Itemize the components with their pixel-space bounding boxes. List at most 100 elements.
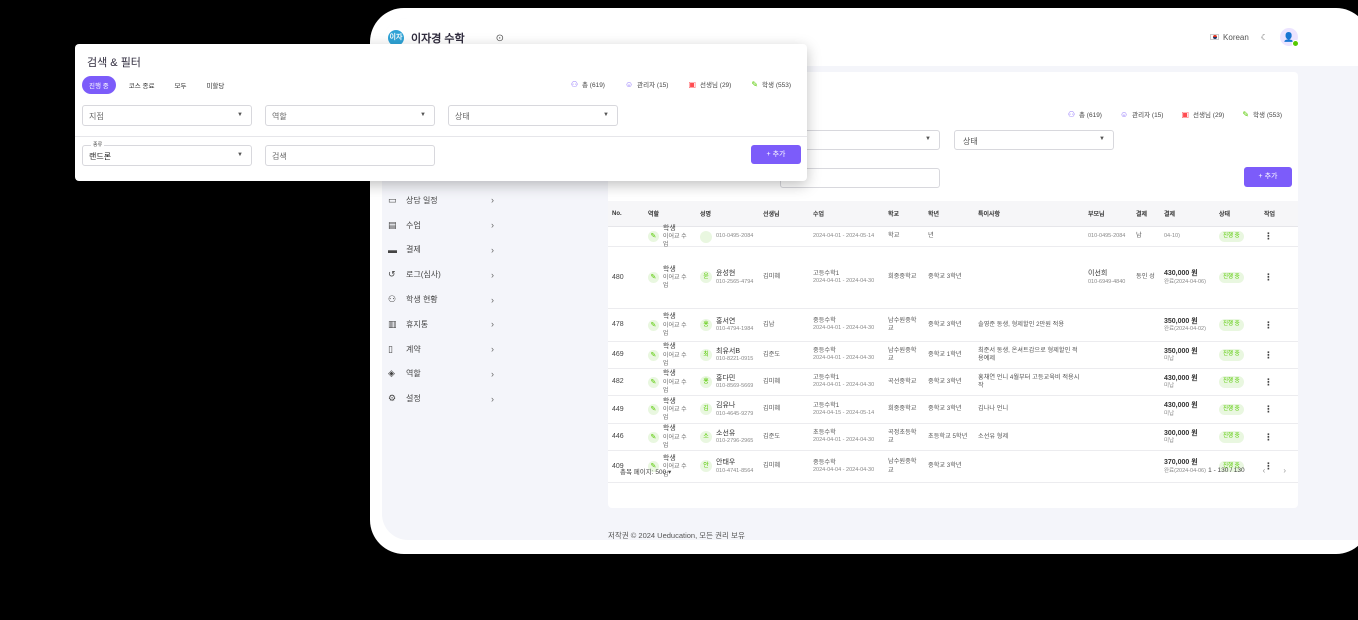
stat-total[interactable]: ⚇ 총 (619) [570,79,605,90]
more-vertical-icon[interactable]: ⋮ [1264,231,1273,241]
header-status[interactable]: 상태 [1215,209,1260,218]
header-grade[interactable]: 학년 [924,209,974,218]
table-row[interactable]: 469 ✎ 학생 이어교 수업 최 최유서B 010-8221-0915 김준도 중… [608,342,1298,369]
cell-school: 곡정초등학교 [888,428,917,444]
search-input[interactable]: 검색 [265,145,435,166]
more-vertical-icon[interactable]: ⋮ [1264,272,1273,282]
more-vertical-icon[interactable]: ⋮ [1264,432,1273,442]
more-vertical-icon[interactable]: ⋮ [1264,350,1273,360]
stat-teacher[interactable]: ▣ 선생님 (29) [1181,109,1225,120]
class-date: 2024-04-01 - 2024-05-14 [813,232,875,239]
cell-pay: 남 [1136,232,1142,240]
table-row[interactable]: 480 ✎ 학생 이어교 수업 윤 윤성현 010-2565-4794 김미혜 고등… [608,247,1298,309]
cell-amount: 430,000 원 완료(2024-04-06) [1160,269,1215,286]
header-class[interactable]: 수업 [809,209,884,218]
header-no[interactable]: No. [608,211,644,217]
users-icon: ⚇ [570,79,579,89]
moon-icon[interactable]: ☾ [1261,33,1268,42]
status-placeholder: 상태 [963,137,978,146]
cell-name: 소 소선유 010-2796-2965 [696,429,759,446]
add-button-back[interactable]: + 추가 [1244,167,1292,187]
pencil-icon: ✎ [648,272,659,283]
role-select[interactable]: 역할 ▼ [265,105,435,126]
stat-label: 관리자 (15) [637,82,669,89]
sidebar-item-students[interactable]: ⚇ 학생 현황 › [388,287,498,312]
sidebar-item-trash[interactable]: ▥ 휴지통 › [388,312,498,337]
card-icon: ▬ [388,244,397,255]
header-note[interactable]: 특이사항 [974,209,1084,218]
sidebar-item-settings[interactable]: ⚙ 설정 › [388,386,498,411]
chevron-down-icon: ▼ [237,152,243,158]
chevron-left-icon[interactable]: ‹ [1263,466,1266,475]
stat-student[interactable]: ✎ 학생 (553) [751,79,791,90]
status-select[interactable]: 상태 ▼ [448,105,618,126]
table-row[interactable]: 482 ✎ 학생 이어교 수업 홍 홍다민 010-8569-5669 김미혜 고등… [608,369,1298,396]
stat-admin[interactable]: ☺ 관리자 (15) [625,79,669,90]
sidebar-item-contract[interactable]: ▯ 계약 › [388,337,498,362]
cell-amount: 430,000 원 미납 [1160,401,1215,418]
role-sub-text: 이어교 수업 [662,407,687,422]
tab-unassigned[interactable]: 미할당 [199,76,231,94]
sidebar-item-consult[interactable]: ▭ 상담 일정 › [388,188,498,213]
tab-in-progress[interactable]: 진행 중 [82,76,116,94]
status-select-back[interactable]: 상태 ▼ [954,130,1114,150]
cell-teacher: 김준도 [763,350,781,358]
language-switcher[interactable]: Korean [1210,33,1249,42]
table-row[interactable]: 449 ✎ 학생 이어교 수업 김 김유나 010-4645-9279 김미혜 고등… [608,396,1298,424]
stat-teacher[interactable]: ▣ 선생님 (29) [688,79,731,90]
amount-value: 300,000 원 [1164,429,1198,437]
rows-per-page[interactable]: 총목 페이지: 500 ▾ [620,466,671,476]
student-name[interactable]: 홍다민 [716,374,753,383]
stat-total[interactable]: ⚇ 총 (619) [1068,109,1102,120]
sidebar-item-payment[interactable]: ▬ 결제 › [388,238,498,263]
target-icon[interactable]: ⊙ [496,33,504,44]
header-parent[interactable]: 부모님 [1084,209,1132,218]
cell-class: 고등수학1 2024-04-15 - 2024-05-14 [809,402,884,418]
cell-actions: ⋮ [1260,376,1284,388]
cell-status: 진행 중 [1215,431,1260,443]
stat-admin[interactable]: ☺ 관리자 (15) [1120,109,1163,120]
table-row[interactable]: 478 ✎ 학생 이어교 수업 홍 홍서연 010-4794-1984 김남 중등수… [608,309,1298,342]
more-vertical-icon[interactable]: ⋮ [1264,320,1273,330]
role-placeholder: 역할 [272,112,287,121]
tab-course-ended[interactable]: 코스 종료 [122,76,162,94]
chevron-right-icon[interactable]: › [1283,466,1286,475]
more-vertical-icon[interactable]: ⋮ [1264,377,1273,387]
table-row[interactable]: ✎ 학생 이어교 수업 010-0495-2084 2024-04-01 - 20… [608,225,1298,248]
pencil-icon: ✎ [648,349,659,361]
more-vertical-icon[interactable]: ⋮ [1264,404,1273,414]
header-school[interactable]: 학교 [884,209,924,218]
sidebar-item-roles[interactable]: ◈ 역할 › [388,362,498,387]
sidebar-item-label: 결제 [406,245,421,255]
student-name[interactable]: 김유나 [716,401,753,410]
status-placeholder: 상태 [455,112,470,121]
tab-all[interactable]: 모두 [167,76,193,94]
sidebar-item-class[interactable]: ▤ 수업 › [388,213,498,238]
stat-student[interactable]: ✎ 학생 (553) [1242,109,1282,120]
student-name[interactable]: 홍서연 [716,317,753,326]
table-row[interactable]: 446 ✎ 학생 이어교 수업 소 소선유 010-2796-2965 김준도 초등… [608,424,1298,451]
cell-actions: ⋮ [1260,431,1284,443]
class-name: 고등수학1 [813,401,840,409]
avatar: 홍 [700,318,712,331]
add-button[interactable]: + 추가 [751,145,801,164]
class-date: 2024-04-01 - 2024-04-30 [813,325,875,332]
cell-no: 480 [612,273,624,281]
header-role[interactable]: 역할 [644,209,696,218]
footer-copyright: 저작권 © 2024 Ueducation, 모든 권리 보유 [608,531,745,540]
header-pay[interactable]: 결제 [1132,209,1160,218]
header-teacher[interactable]: 선생님 [759,209,809,218]
user-avatar[interactable]: 👤 [1280,28,1299,47]
header-name[interactable]: 성명 [696,209,759,218]
sidebar-item-log[interactable]: ↺ 로그(심사) › [388,262,498,287]
branch-select[interactable]: 지점 ▼ [82,105,252,126]
avatar: 홍 [700,375,712,388]
stat-label: 선생님 (29) [1193,112,1225,119]
student-name[interactable]: 윤성현 [716,269,753,278]
type-select[interactable]: 종류 랜드론 ▼ [82,141,252,166]
student-name[interactable]: 소선유 [716,429,753,438]
header-amount[interactable]: 결제 [1160,209,1215,218]
student-name[interactable]: 최유서B [716,347,753,356]
amount-value: 430,000 원 [1164,402,1198,410]
cell-amount: 350,000 원 완료(2024-04-02) [1160,317,1215,334]
